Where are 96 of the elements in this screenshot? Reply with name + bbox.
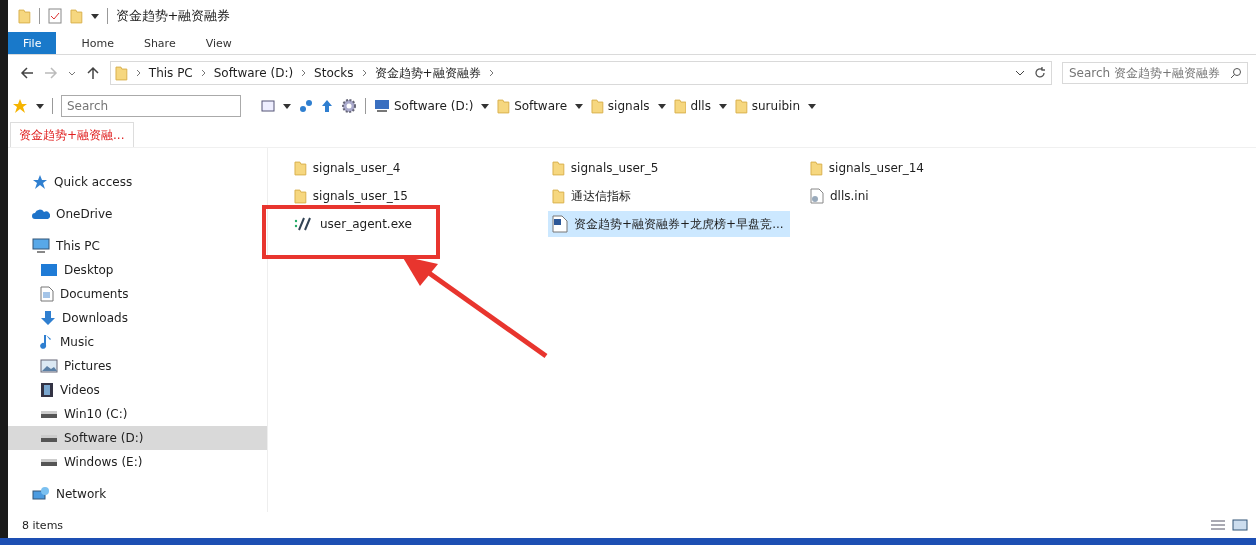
- caret-icon[interactable]: [90, 13, 99, 19]
- sidebar-item[interactable]: Network: [8, 482, 267, 506]
- folder-icon: [810, 160, 823, 176]
- link-icon[interactable]: [299, 99, 313, 113]
- details-view-icon[interactable]: [1210, 519, 1226, 531]
- network-icon: [32, 486, 50, 502]
- computer-icon: [374, 99, 390, 113]
- desktop-icon: [40, 263, 58, 277]
- breadcrumb[interactable]: Software (D:): [213, 66, 294, 80]
- sidebar-item[interactable]: Quick access: [8, 170, 267, 194]
- location-button[interactable]: suruibin: [734, 98, 801, 114]
- drive-icon: [40, 457, 58, 467]
- refresh-icon[interactable]: [1033, 66, 1047, 80]
- chevron-icon[interactable]: [488, 69, 494, 77]
- address-bar[interactable]: This PC Software (D:) Stocks 资金趋势+融资融券: [110, 61, 1052, 85]
- search-field[interactable]: Search: [61, 95, 241, 117]
- item-count: 8 items: [22, 518, 64, 532]
- drive-icon: [40, 433, 58, 443]
- sidebar-item[interactable]: Videos: [8, 378, 267, 402]
- up-arrow-icon[interactable]: [321, 99, 333, 113]
- folder-icon: [294, 160, 307, 176]
- folder-icon: [497, 98, 511, 114]
- film-icon: [40, 382, 54, 398]
- file-item[interactable]: 资金趋势+融资融券+龙虎榜+早盘竞...: [548, 211, 790, 237]
- window-title: 资金趋势+融资融券: [115, 7, 231, 25]
- star-icon[interactable]: [12, 98, 28, 114]
- sidebar-item[interactable]: Windows (E:): [8, 450, 267, 474]
- chevron-icon[interactable]: [200, 69, 206, 77]
- file-item[interactable]: user_agent.exe: [290, 211, 418, 237]
- sidebar-item[interactable]: OneDrive: [8, 202, 267, 226]
- drive-icon: [40, 409, 58, 419]
- cloud-icon: [32, 208, 50, 220]
- image-icon: [40, 359, 58, 373]
- location-button[interactable]: signals: [591, 98, 650, 114]
- document-icon: [552, 215, 568, 233]
- ribbon-tab[interactable]: Share: [128, 32, 191, 54]
- caret-icon[interactable]: [575, 103, 584, 109]
- location-button[interactable]: Software: [497, 98, 568, 114]
- sidebar-item[interactable]: Music: [8, 330, 267, 354]
- large-icons-view-icon[interactable]: [1232, 519, 1248, 531]
- back-icon[interactable]: [20, 66, 34, 80]
- caret-icon[interactable]: [283, 103, 291, 109]
- location-button[interactable]: Software (D:): [374, 99, 474, 113]
- search-field[interactable]: Search 资金趋势+融资融券: [1062, 62, 1248, 84]
- breadcrumb[interactable]: This PC: [148, 66, 193, 80]
- folder-icon: [69, 8, 83, 24]
- caret-icon[interactable]: [718, 103, 727, 109]
- caret-icon[interactable]: [808, 103, 817, 109]
- folder-icon: [673, 98, 687, 114]
- view-icon[interactable]: [261, 100, 275, 112]
- dropdown-icon[interactable]: [1015, 70, 1025, 76]
- folder-icon: [294, 188, 307, 204]
- checklist-icon[interactable]: [47, 8, 62, 24]
- monitor-icon: [32, 238, 50, 254]
- file-item[interactable]: signals_user_15: [290, 183, 414, 209]
- caret-icon[interactable]: [657, 103, 666, 109]
- breadcrumb[interactable]: Stocks: [314, 66, 354, 80]
- folder-icon: [591, 98, 604, 114]
- gear-icon[interactable]: [341, 98, 357, 114]
- folder-tab[interactable]: 资金趋势+融资融...: [10, 122, 134, 147]
- chevron-icon[interactable]: [68, 70, 76, 76]
- caret-icon[interactable]: [36, 103, 44, 109]
- folder-icon: [115, 65, 128, 81]
- caret-icon[interactable]: [481, 103, 490, 109]
- sidebar-item[interactable]: Pictures: [8, 354, 267, 378]
- breadcrumb[interactable]: 资金趋势+融资融券: [374, 64, 481, 82]
- file-item[interactable]: 通达信指标: [548, 183, 637, 209]
- folder-icon: [734, 98, 748, 114]
- folder-icon: [552, 188, 565, 204]
- file-item[interactable]: signals_user_5: [548, 155, 665, 181]
- location-button[interactable]: dlls: [673, 98, 711, 114]
- chevron-icon[interactable]: [301, 69, 307, 77]
- file-item[interactable]: dlls.ini: [806, 183, 875, 209]
- file-item[interactable]: signals_user_14: [806, 155, 930, 181]
- search-icon: [1230, 67, 1242, 79]
- sidebar-item[interactable]: Software (D:): [8, 426, 267, 450]
- sidebar-item[interactable]: Desktop: [8, 258, 267, 282]
- star-icon: [32, 174, 48, 190]
- down-arrow-icon: [40, 310, 56, 326]
- slash-icon: [294, 217, 314, 231]
- music-note-icon: [40, 334, 54, 350]
- ribbon-tab[interactable]: Home: [66, 32, 129, 54]
- sidebar-item[interactable]: Documents: [8, 282, 267, 306]
- settings-file-icon: [810, 188, 824, 204]
- sidebar-item[interactable]: Win10 (C:): [8, 402, 267, 426]
- chevron-icon[interactable]: [135, 69, 141, 77]
- file-item[interactable]: signals_user_4: [290, 155, 407, 181]
- folder-icon: [18, 8, 31, 24]
- sidebar-item[interactable]: Downloads: [8, 306, 267, 330]
- folder-icon: [552, 160, 565, 176]
- document-icon: [40, 286, 54, 302]
- up-arrow-icon[interactable]: [86, 66, 100, 80]
- sidebar-item[interactable]: This PC: [8, 234, 267, 258]
- ribbon-tab[interactable]: View: [190, 32, 247, 54]
- ribbon-tab[interactable]: File: [8, 32, 57, 54]
- chevron-icon[interactable]: [361, 69, 367, 77]
